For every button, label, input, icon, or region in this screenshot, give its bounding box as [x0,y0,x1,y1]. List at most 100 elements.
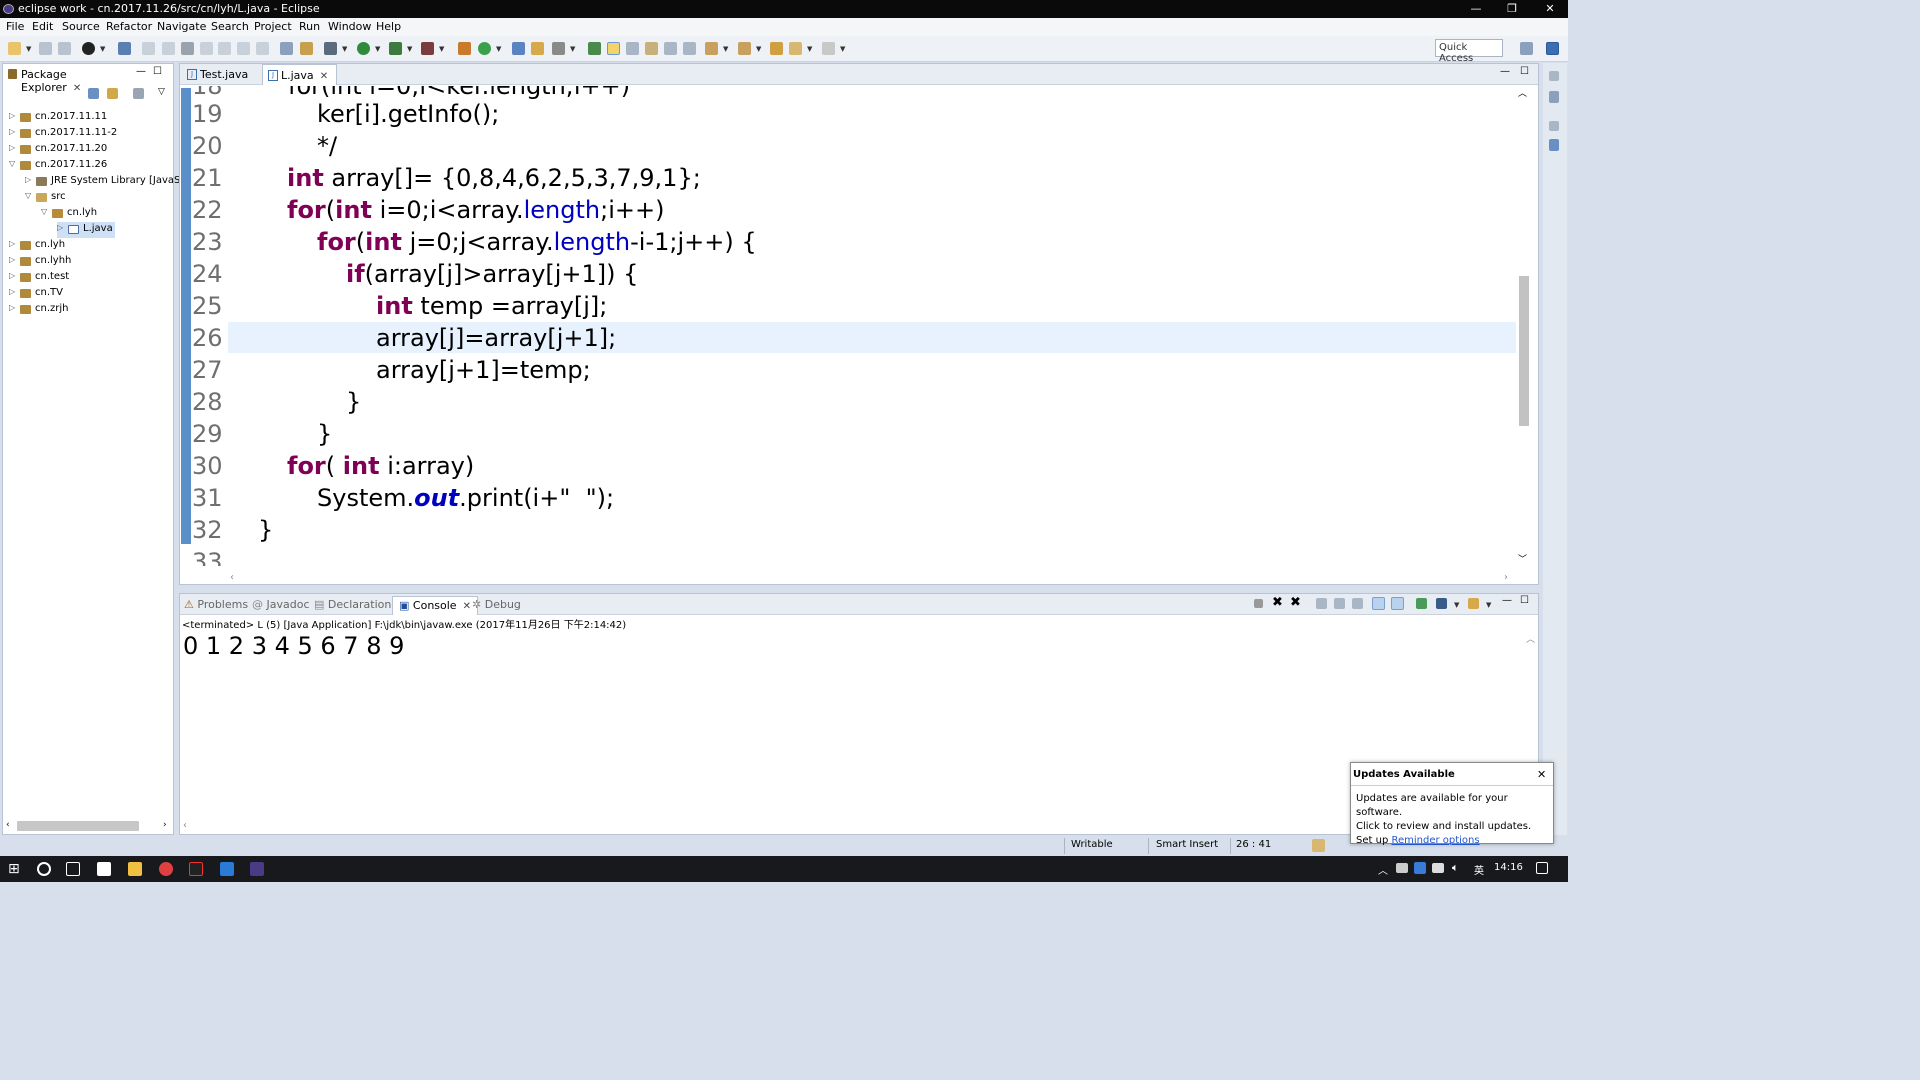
volume-icon[interactable]: 🔈︎ [1452,861,1459,875]
tab-debug[interactable]: ✲ Debug [472,598,521,611]
windows-start-icon[interactable]: ⊞ [8,861,20,877]
open-console-dropdown-icon[interactable]: ▼ [1486,601,1491,609]
save-all-icon[interactable] [58,42,71,55]
new-dropdown-icon[interactable]: ▼ [26,45,31,53]
remove-all-launches-icon[interactable]: ✖ [1290,595,1301,610]
store-icon[interactable] [97,862,111,876]
open-task-icon[interactable] [531,42,544,55]
taskbar-clock[interactable]: 14:16 [1494,862,1523,873]
action-center-icon[interactable] [1536,862,1548,874]
tab-javadoc[interactable]: @ Javadoc [252,598,310,611]
restore-icon[interactable] [1549,71,1559,81]
expand-arrow-icon[interactable]: ▷ [57,223,67,232]
open-console-icon[interactable] [1468,598,1479,609]
mark-occurrences-icon[interactable] [607,42,620,55]
outline-icon[interactable] [1549,139,1559,151]
annotation-icon[interactable] [588,42,601,55]
step-return-icon[interactable] [256,42,269,55]
collapse-arrow-icon[interactable]: ▽ [9,159,19,168]
new-class-icon[interactable] [478,42,491,55]
resume-icon[interactable] [142,42,155,55]
close-tab-icon[interactable]: ✕ [73,83,81,94]
scroll-left-icon[interactable]: ‹ [230,572,234,583]
new-icon[interactable] [8,42,21,55]
menu-project[interactable]: Project [254,20,292,33]
scroll-right-icon[interactable]: › [163,820,167,830]
remove-launch-icon[interactable]: ✖ [1272,595,1283,610]
chrome-icon[interactable] [159,862,173,876]
battery-icon[interactable] [1396,863,1408,873]
menu-help[interactable]: Help [376,20,401,33]
close-window-button[interactable]: ✕ [1532,0,1568,18]
package-explorer-tab[interactable]: Package Explorer ✕ [3,64,128,94]
debug-icon[interactable] [324,42,337,55]
java-perspective-icon[interactable] [1546,42,1559,55]
updates-icon[interactable] [1312,839,1325,852]
coverage-icon[interactable] [389,42,402,55]
defender-icon[interactable] [1414,862,1426,874]
scroll-right-icon[interactable]: › [1504,572,1508,583]
prev-annotation-dropdown-icon[interactable]: ▼ [756,45,761,53]
close-tab-icon[interactable]: ✕ [320,71,328,82]
minimize-view-icon[interactable]: — [1502,595,1512,606]
minimize-editor-icon[interactable]: — [1500,66,1510,77]
quick-access-input[interactable]: Quick Access [1435,39,1503,64]
disconnect-icon[interactable] [200,42,213,55]
menu-edit[interactable]: Edit [32,20,53,33]
last-edit-icon[interactable] [770,42,783,55]
expand-arrow-icon[interactable]: ▷ [9,127,19,136]
publish-icon[interactable] [82,42,95,55]
tree-item-selected[interactable]: ▷ L.java [57,222,115,238]
maximize-view-icon[interactable]: ☐ [153,66,162,77]
expand-arrow-icon[interactable]: ▷ [25,175,35,184]
close-tab-icon[interactable]: ✕ [463,601,471,612]
clear-console-icon[interactable] [1316,598,1327,609]
terminate-icon[interactable] [181,42,194,55]
task-list-icon[interactable] [1549,91,1559,103]
terminate-icon[interactable] [1254,599,1263,608]
step-into-icon[interactable] [218,42,231,55]
display-console-icon[interactable] [1436,598,1447,609]
display-console-dropdown-icon[interactable]: ▼ [1454,601,1459,609]
show-whitespace-icon[interactable] [664,42,677,55]
menu-refactor[interactable]: Refactor [106,20,152,33]
menu-source[interactable]: Source [62,20,100,33]
minimize-view-icon[interactable]: — [136,66,146,77]
expand-arrow-icon[interactable]: ▷ [9,303,19,312]
expand-arrow-icon[interactable]: ▷ [9,239,19,248]
collapse-arrow-icon[interactable]: ▽ [41,207,51,216]
skip-breakpoints-icon[interactable] [118,42,131,55]
external-tools-dropdown-icon[interactable]: ▼ [439,45,444,53]
scroll-up-icon[interactable]: ︿ [1518,86,1527,99]
expand-arrow-icon[interactable]: ▷ [9,255,19,264]
expand-arrow-icon[interactable]: ▷ [9,111,19,120]
coverage-dropdown-icon[interactable]: ▼ [407,45,412,53]
open-perspective-icon[interactable] [1520,42,1533,55]
tab-problems[interactable]: ⚠ Problems [184,598,248,611]
save-icon[interactable] [39,42,52,55]
search-icon[interactable] [552,42,565,55]
forward-dropdown-icon[interactable]: ▼ [840,45,845,53]
menu-navigate[interactable]: Navigate [157,20,206,33]
forward-icon[interactable] [822,42,835,55]
notification-body[interactable]: Updates are available for your software.… [1351,785,1553,846]
vertical-scrollbar[interactable]: ︿ ﹀ [1516,86,1536,565]
tab-l-java[interactable]: J L.java ✕ [262,64,338,85]
focus-on-task-icon[interactable] [133,88,144,99]
collapse-all-icon[interactable] [88,88,99,99]
debug-dropdown-icon[interactable]: ▼ [342,45,347,53]
scroll-up-icon[interactable]: ︿ [1526,632,1535,645]
drop-to-frame-icon[interactable] [280,42,293,55]
console-output[interactable]: 0 1 2 3 4 5 6 7 8 9 [183,632,404,660]
link-with-editor-icon[interactable] [107,88,118,99]
next-annotation-dropdown-icon[interactable]: ▼ [723,45,728,53]
new-java-project-icon[interactable] [458,42,471,55]
block-selection-icon[interactable] [626,42,639,55]
pilcrow-icon[interactable] [683,42,696,55]
open-type-icon[interactable] [512,42,525,55]
step-over-icon[interactable] [237,42,250,55]
show-stdout-icon[interactable] [1372,597,1385,610]
minimize-button[interactable]: — [1458,0,1494,18]
collapse-arrow-icon[interactable]: ▽ [25,191,35,200]
back-icon[interactable] [789,42,802,55]
